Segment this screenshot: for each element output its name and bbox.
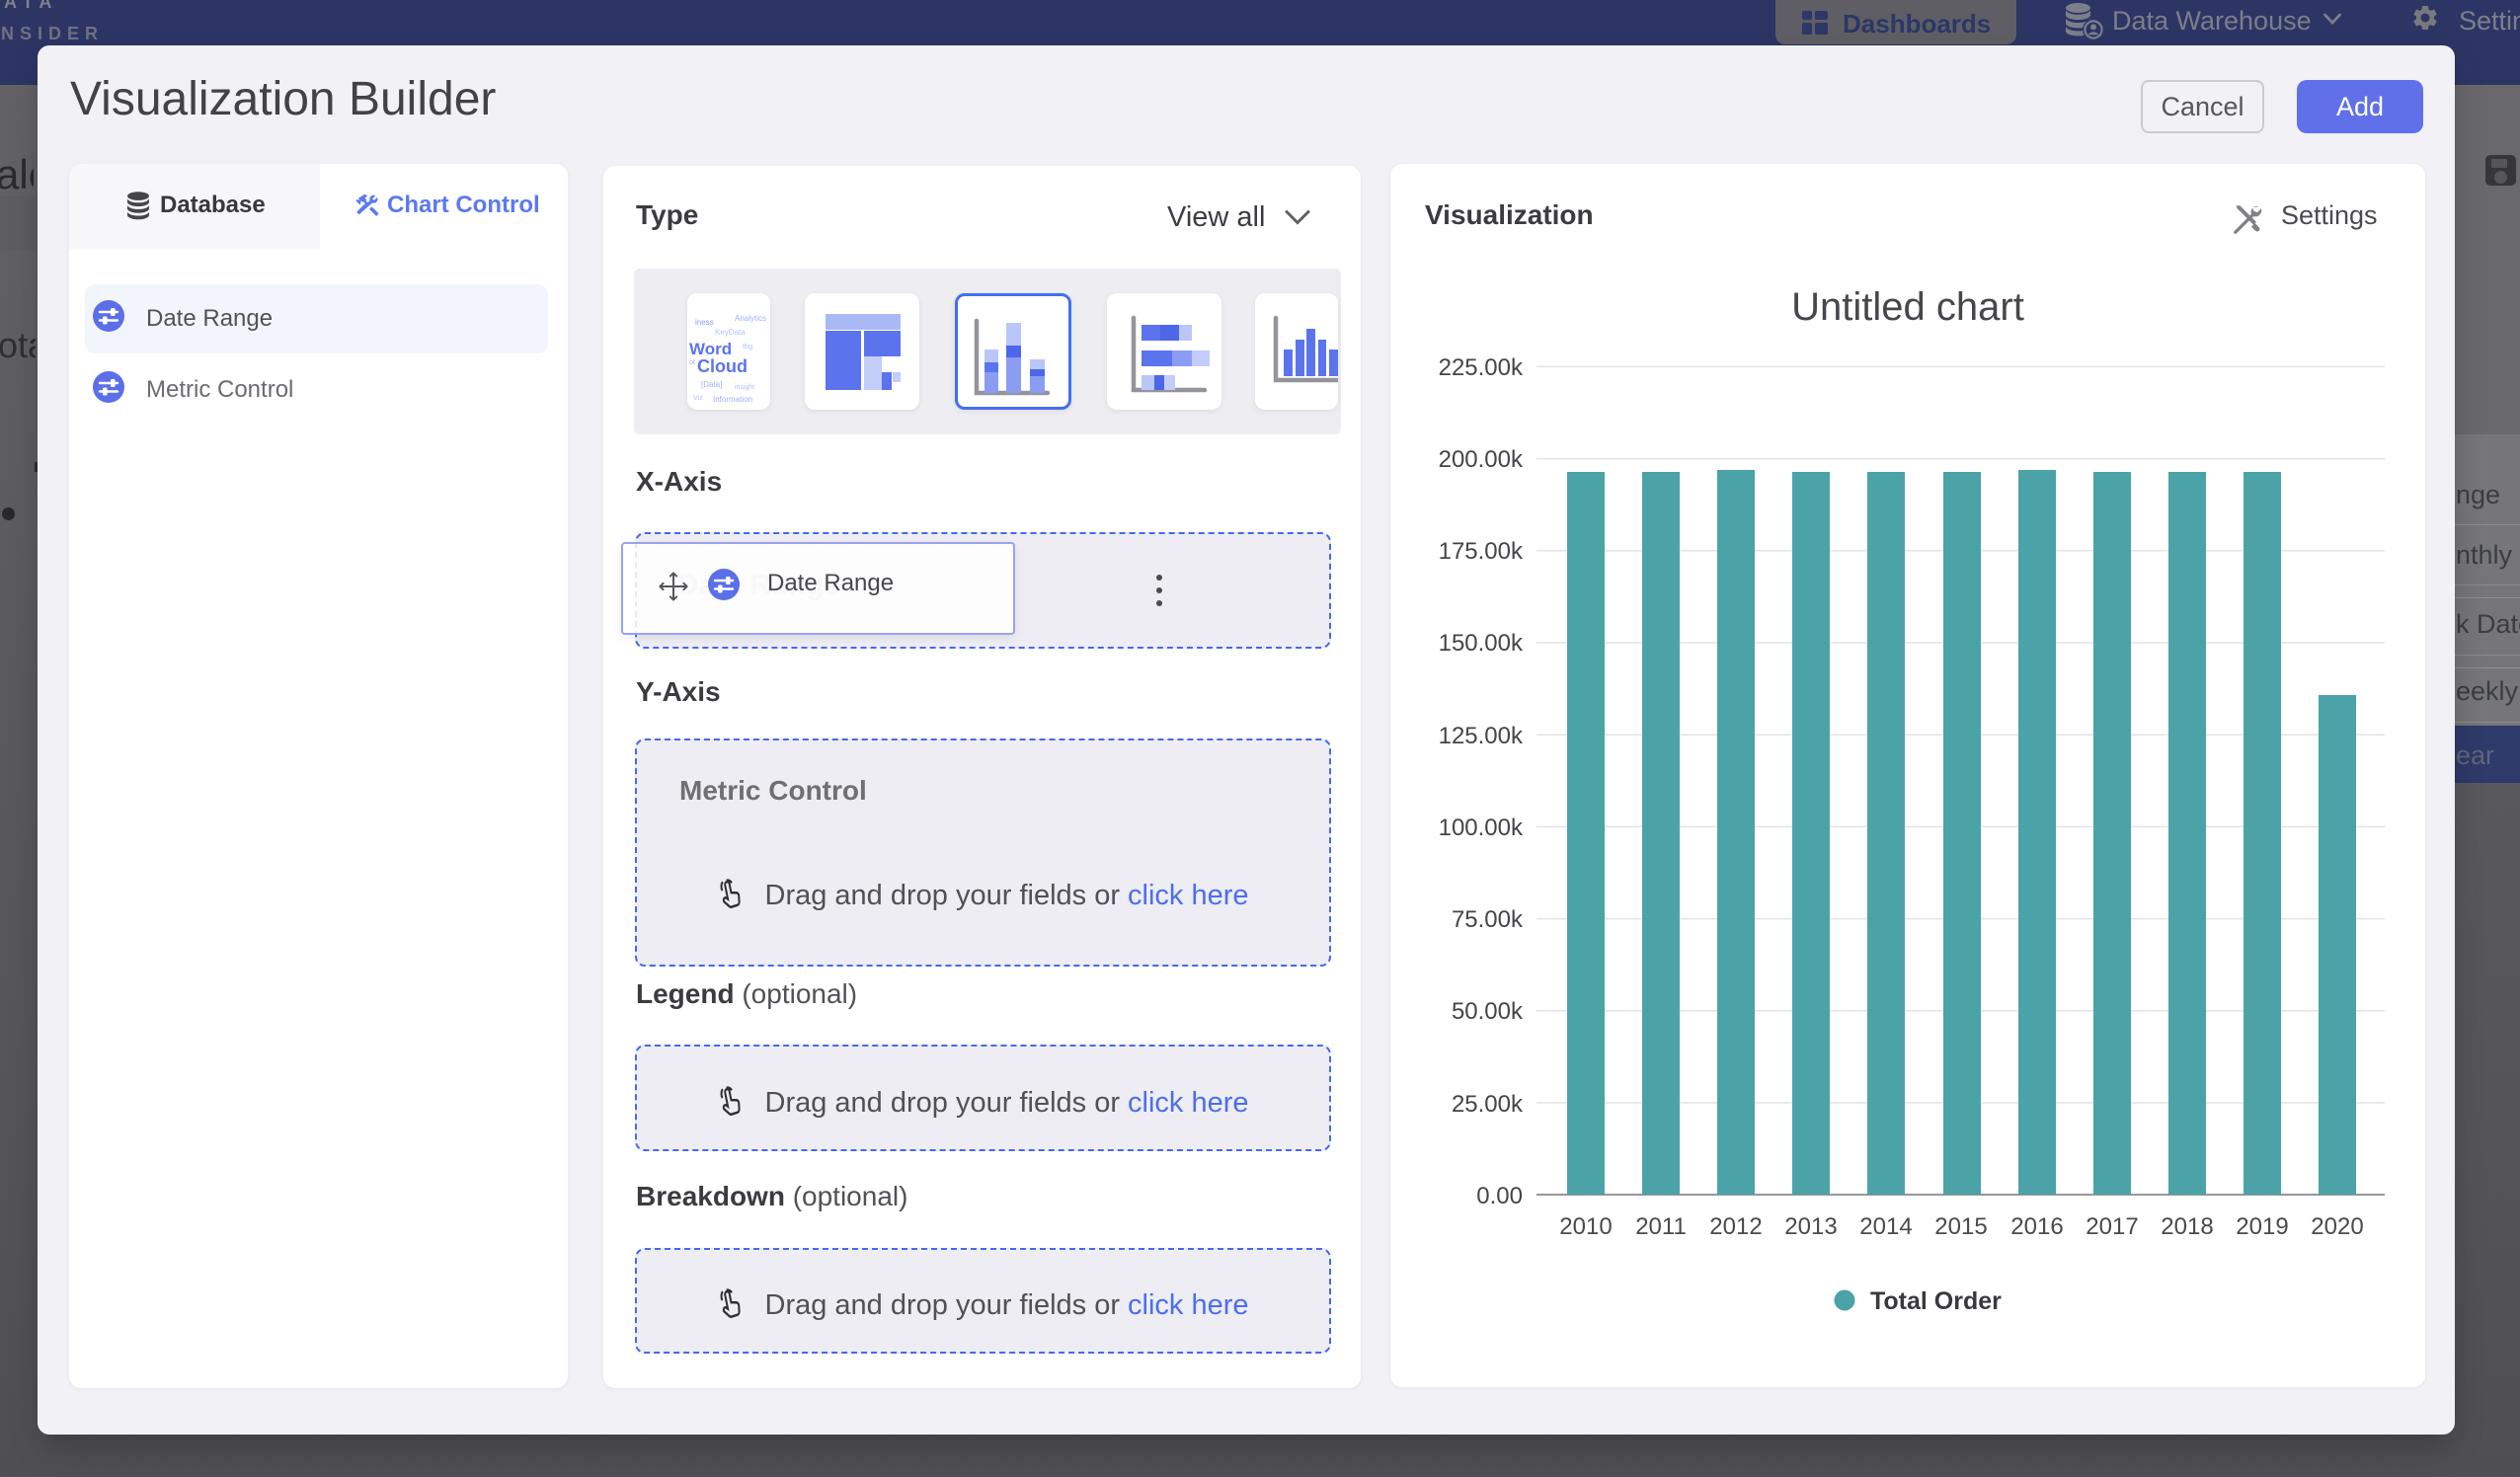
svg-text:2016: 2016 <box>2010 1213 2063 1240</box>
svg-text:150.00k: 150.00k <box>1439 630 1524 657</box>
svg-text:225.00k: 225.00k <box>1439 354 1524 381</box>
svg-text:2012: 2012 <box>1709 1213 1762 1240</box>
svg-text:insight: insight <box>735 384 754 391</box>
svg-text:2018: 2018 <box>2161 1213 2213 1240</box>
svg-text:100.00k: 100.00k <box>1439 815 1524 841</box>
svg-text:2014: 2014 <box>1859 1213 1912 1240</box>
svg-text:of: of <box>689 359 695 366</box>
svg-text:Information: Information <box>713 395 752 404</box>
svg-text:KeyData: KeyData <box>715 328 746 337</box>
svg-text:2015: 2015 <box>1934 1213 1987 1240</box>
svg-text:125.00k: 125.00k <box>1439 723 1524 749</box>
svg-text:Untitled chart: Untitled chart <box>1791 285 2024 329</box>
svg-text:2013: 2013 <box>1784 1213 1837 1240</box>
svg-text:50.00k: 50.00k <box>1452 998 1524 1025</box>
svg-text:2017: 2017 <box>2086 1213 2138 1240</box>
svg-text:25.00k: 25.00k <box>1452 1091 1524 1118</box>
svg-text:0.00: 0.00 <box>1476 1183 1523 1209</box>
svg-text:Viz: Viz <box>693 395 703 402</box>
svg-text:[Data]: [Data] <box>701 380 722 389</box>
svg-text:75.00k: 75.00k <box>1452 906 1524 933</box>
svg-text:175.00k: 175.00k <box>1439 538 1524 565</box>
svg-text:2011: 2011 <box>1635 1213 1687 1240</box>
svg-text:Cloud: Cloud <box>697 356 748 376</box>
svg-text:iness: iness <box>695 318 714 327</box>
svg-text:200.00k: 200.00k <box>1439 446 1524 473</box>
svg-text:2019: 2019 <box>2236 1213 2288 1240</box>
svg-text:2010: 2010 <box>1559 1213 1612 1240</box>
svg-text:Analytics: Analytics <box>735 314 766 323</box>
svg-text:Total Order: Total Order <box>1870 1287 2002 1315</box>
svg-text:2020: 2020 <box>2311 1213 2363 1240</box>
svg-text:Big: Big <box>743 344 752 350</box>
